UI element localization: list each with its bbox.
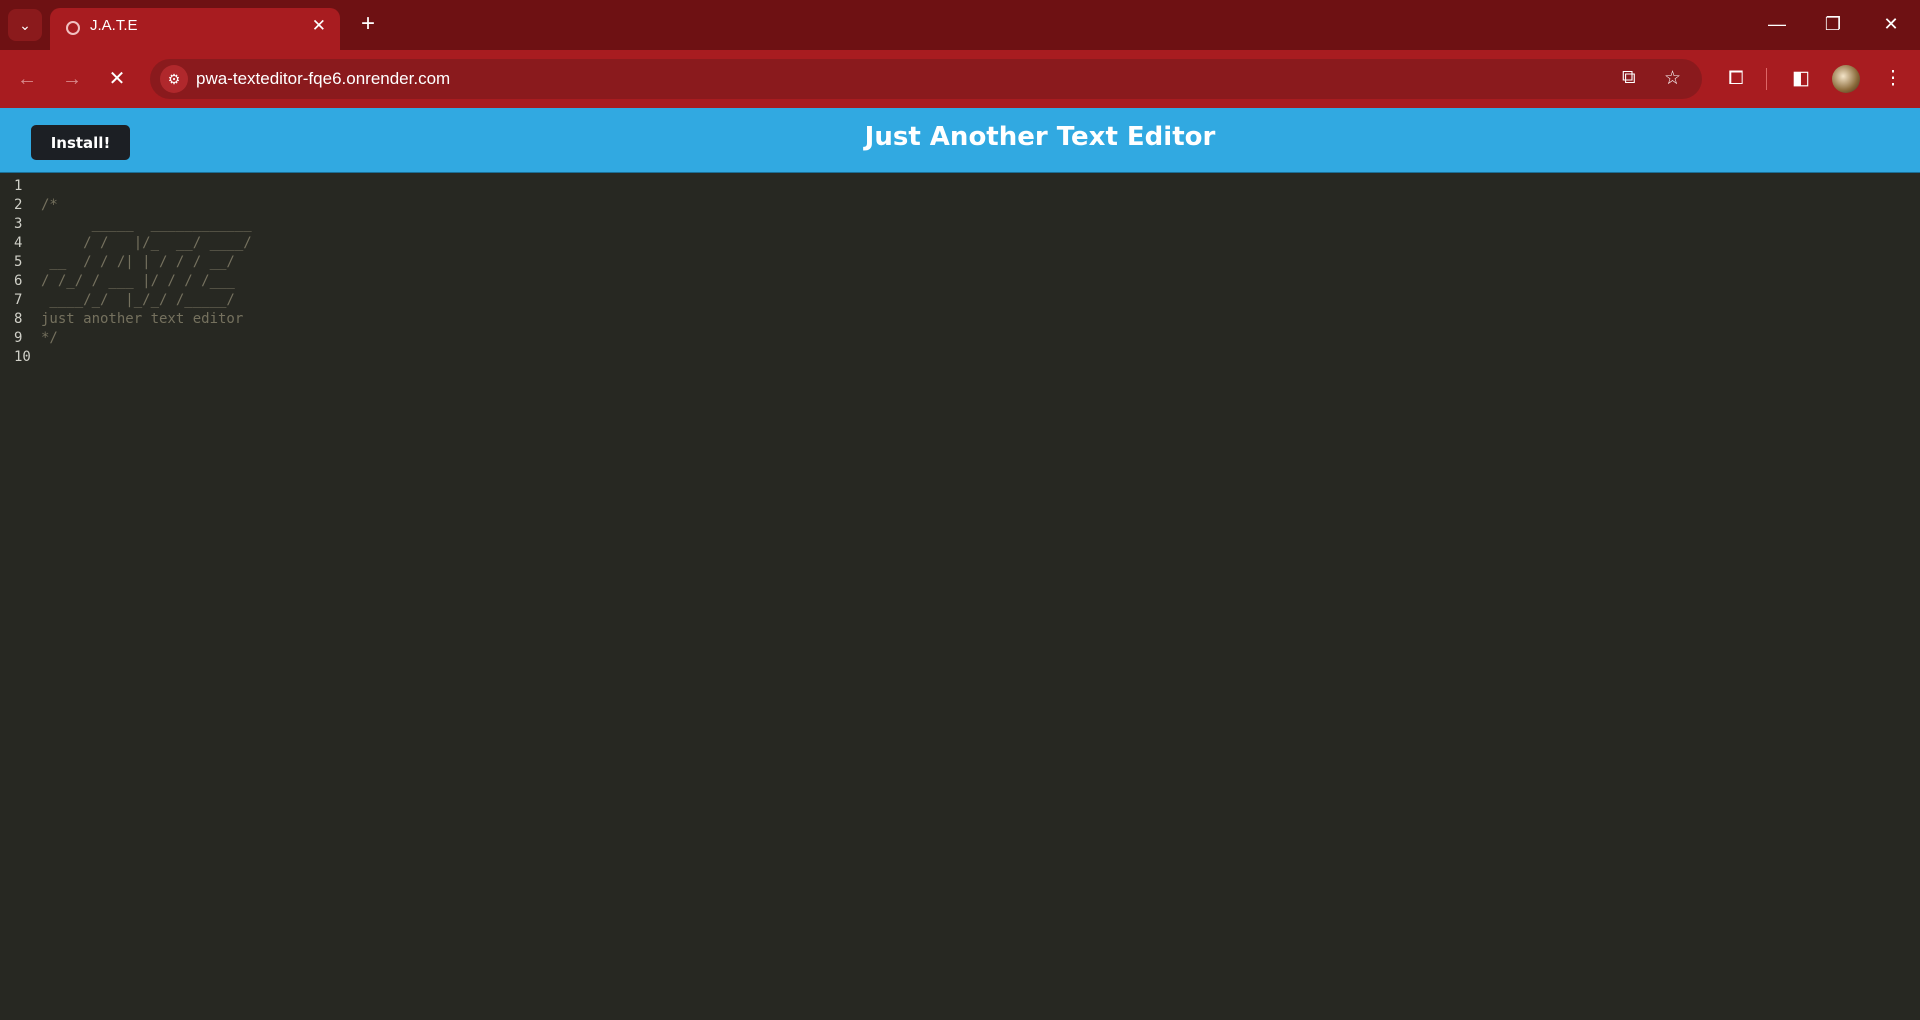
browser-tab-strip: ⌄ J.A.T.E ✕ + — ❐ ✕ — [0, 0, 1920, 50]
line-number: 3 — [14, 216, 23, 232]
arrow-left-icon: ← — [17, 68, 37, 90]
code-line[interactable]: /* — [41, 196, 252, 215]
code-content[interactable]: /* _____ ____________ / / |/_ __/ ____/ … — [41, 177, 252, 367]
browser-toolbar: ← → ✕ ⚙ pwa-texteditor-fqe6.onrender.com… — [0, 50, 1920, 158]
minimize-button[interactable]: — — [1757, 8, 1797, 40]
back-button[interactable]: ← — [12, 64, 42, 94]
new-tab-button[interactable]: + — [354, 9, 382, 39]
stop-loading-button[interactable]: ✕ — [102, 64, 132, 94]
code-line[interactable]: __ / / /| | / / / __/ — [41, 253, 252, 272]
address-bar[interactable]: ⚙ pwa-texteditor-fqe6.onrender.com ⧉ ☆ — [150, 59, 1702, 99]
line-number: 9 — [14, 330, 23, 346]
tab-title: J.A.T.E — [90, 17, 138, 34]
bookmark-star-icon[interactable]: ☆ — [1664, 67, 1681, 90]
restore-button[interactable]: ❐ — [1813, 8, 1853, 40]
menu-button[interactable]: ⋮ — [1878, 64, 1908, 94]
line-number: 1 — [14, 178, 23, 194]
line-number: 8 — [14, 311, 23, 327]
code-editor[interactable]: 1 2 3 4 5 6 7 8 9 10 /* _____ __________… — [0, 173, 1920, 1020]
app-header: Install! Just Another Text Editor — [0, 108, 1920, 173]
line-number: 4 — [14, 235, 23, 251]
forward-button[interactable]: → — [57, 64, 87, 94]
close-window-button[interactable]: ✕ — [1871, 8, 1911, 40]
extensions-button[interactable]: ⧠ — [1721, 64, 1751, 94]
line-number: 7 — [14, 292, 23, 308]
line-number-gutter: 1 2 3 4 5 6 7 8 9 10 — [0, 177, 40, 367]
close-icon: ✕ — [108, 68, 126, 90]
code-line[interactable] — [41, 177, 252, 196]
tab-search-button[interactable]: ⌄ — [8, 9, 42, 41]
code-line[interactable]: */ — [41, 329, 252, 348]
chevron-down-icon: ⌄ — [19, 16, 31, 33]
puzzle-icon: ⧠ — [1728, 68, 1744, 89]
page-title: Just Another Text Editor — [864, 122, 1216, 152]
toolbar-divider — [1766, 68, 1767, 90]
code-line[interactable]: _____ ____________ — [41, 215, 252, 234]
line-number: 5 — [14, 254, 23, 270]
side-panel-button[interactable]: ◧ — [1786, 64, 1816, 94]
site-info-button[interactable]: ⚙ — [160, 65, 188, 93]
browser-tab[interactable]: J.A.T.E ✕ — [50, 8, 340, 50]
code-line[interactable]: ____/_/ |_/_/ /_____/ — [41, 291, 252, 310]
more-vertical-icon: ⋮ — [1883, 68, 1903, 89]
tune-icon: ⚙ — [167, 71, 181, 87]
profile-avatar[interactable] — [1832, 65, 1860, 93]
tab-close-button[interactable]: ✕ — [312, 16, 326, 36]
open-in-app-icon[interactable]: ⧉ — [1622, 67, 1636, 89]
globe-icon — [66, 21, 80, 35]
line-number: 2 — [14, 197, 23, 213]
code-line[interactable] — [41, 348, 252, 367]
line-number: 6 — [14, 273, 23, 289]
side-panel-icon: ◧ — [1792, 68, 1810, 89]
arrow-right-icon: → — [62, 68, 82, 90]
code-line[interactable]: / / |/_ __/ ____/ — [41, 234, 252, 253]
code-line[interactable]: / /_/ / ___ |/ / / /___ — [41, 272, 252, 291]
code-line[interactable]: just another text editor — [41, 310, 252, 329]
line-number: 10 — [14, 349, 31, 365]
url-text[interactable]: pwa-texteditor-fqe6.onrender.com — [196, 69, 450, 89]
